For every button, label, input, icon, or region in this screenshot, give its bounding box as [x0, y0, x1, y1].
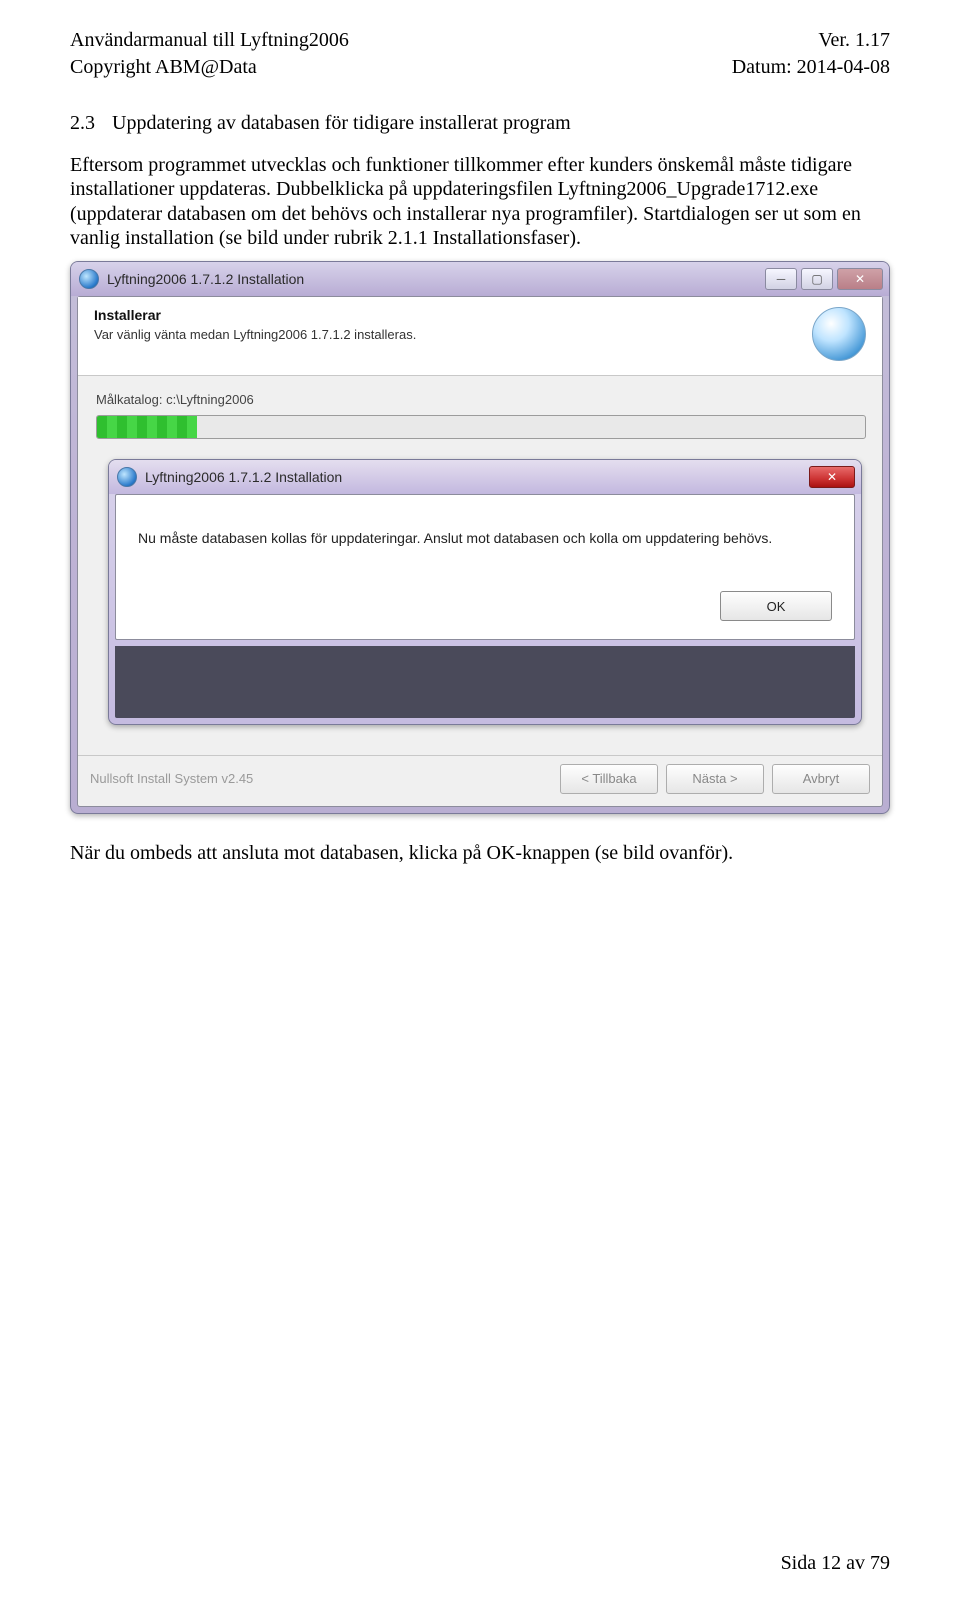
- cancel-button[interactable]: Avbryt: [772, 764, 870, 794]
- header-right-2: Datum: 2014-04-08: [732, 55, 890, 80]
- installer-sub: Var vänlig vänta medan Lyftning2006 1.7.…: [94, 327, 798, 342]
- nsis-label: Nullsoft Install System v2.45: [90, 771, 550, 786]
- modal-message: Nu måste databasen kollas för uppdaterin…: [138, 529, 832, 548]
- header-right-1: Ver. 1.17: [818, 28, 890, 53]
- progress-fill: [97, 416, 197, 438]
- target-folder-label: Målkatalog: c:\Lyftning2006: [96, 392, 864, 407]
- section-title: Uppdatering av databasen för tidigare in…: [112, 112, 571, 135]
- paragraph-intro: Eftersom programmet utvecklas och funkti…: [70, 153, 890, 251]
- minimize-button[interactable]: ─: [765, 268, 797, 290]
- close-button[interactable]: ✕: [837, 268, 883, 290]
- globe-icon: [812, 307, 866, 361]
- section-number: 2.3: [70, 112, 112, 135]
- app-icon: [117, 467, 137, 487]
- section-heading: 2.3 Uppdatering av databasen för tidigar…: [70, 112, 890, 135]
- installer-title: Lyftning2006 1.7.1.2 Installation: [107, 271, 765, 287]
- installer-heading: Installerar: [94, 307, 798, 323]
- maximize-button[interactable]: ▢: [801, 268, 833, 290]
- installer-screenshot: Lyftning2006 1.7.1.2 Installation ─ ▢ ✕ …: [70, 261, 890, 814]
- page-number: Sida 12 av 79: [781, 1552, 890, 1575]
- back-button[interactable]: < Tillbaka: [560, 764, 658, 794]
- installer-titlebar: Lyftning2006 1.7.1.2 Installation ─ ▢ ✕: [71, 262, 889, 296]
- modal-close-button[interactable]: ✕: [809, 466, 855, 488]
- ok-button[interactable]: OK: [720, 591, 832, 621]
- header-left-1: Användarmanual till Lyftning2006: [70, 28, 349, 53]
- next-button[interactable]: Nästa >: [666, 764, 764, 794]
- paragraph-after: När du ombeds att ansluta mot databasen,…: [70, 842, 890, 865]
- modal-shadow-area: [115, 646, 855, 718]
- progress-bar: [96, 415, 866, 439]
- app-icon: [79, 269, 99, 289]
- modal-title: Lyftning2006 1.7.1.2 Installation: [145, 469, 809, 485]
- header-left-2: Copyright ABM@Data: [70, 55, 257, 80]
- update-modal: Lyftning2006 1.7.1.2 Installation ✕ Nu m…: [108, 459, 862, 726]
